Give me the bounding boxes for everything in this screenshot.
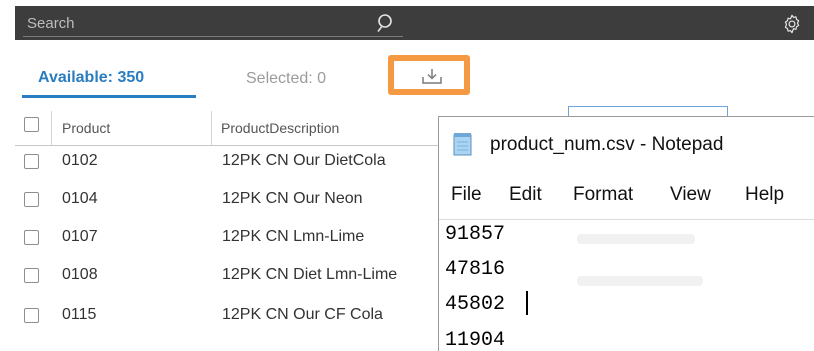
menu-help[interactable]: Help [745, 184, 784, 206]
cell-description: 12PK CN Lmn-Lime [222, 228, 365, 245]
column-header-description[interactable]: ProductDescription [221, 120, 339, 136]
table-row[interactable]: 0115 12PK CN Our CF Cola [0, 297, 440, 335]
row-checkbox[interactable] [24, 268, 39, 283]
notepad-line: 91857 [445, 223, 506, 246]
tab-selected[interactable]: Selected: 0 [246, 70, 326, 88]
menu-edit[interactable]: Edit [509, 184, 542, 206]
tab-available-underline [22, 95, 196, 98]
notepad-menubar: File Edit Format View Help [439, 173, 814, 217]
menu-view[interactable]: View [670, 184, 711, 206]
tab-available[interactable]: Available: 350 [38, 69, 144, 87]
cell-product: 0102 [62, 152, 98, 169]
table-row[interactable]: 0104 12PK CN Our Neon [0, 181, 440, 219]
search-input[interactable] [15, 6, 403, 40]
text-caret [526, 291, 528, 315]
cell-description: 12PK CN Our CF Cola [222, 306, 383, 323]
background-ghost-text [577, 234, 695, 244]
table-row[interactable]: 0102 12PK CN Our DietCola [0, 143, 440, 181]
background-ghost-text [577, 276, 703, 286]
gear-icon[interactable] [781, 13, 803, 35]
row-checkbox[interactable] [24, 154, 39, 169]
column-divider [211, 111, 212, 145]
notepad-title: product_num.csv - Notepad [490, 134, 724, 155]
search-icon[interactable] [375, 12, 397, 34]
column-divider [51, 111, 52, 145]
cell-description: 12PK CN Diet Lmn-Lime [222, 266, 398, 283]
cell-description: 12PK CN Our DietCola [222, 152, 386, 169]
notepad-icon [453, 133, 472, 156]
notepad-titlebar[interactable]: product_num.csv - Notepad [439, 117, 814, 173]
download-button[interactable] [388, 55, 470, 95]
search-bar [15, 6, 814, 40]
notepad-window[interactable]: product_num.csv - Notepad File Edit Form… [438, 116, 814, 351]
cell-product: 0115 [62, 306, 97, 323]
table-row[interactable]: 0108 12PK CN Diet Lmn-Lime [0, 257, 440, 295]
row-checkbox[interactable] [24, 192, 39, 207]
notepad-line: 47816 [445, 258, 506, 281]
download-icon [422, 69, 442, 84]
row-checkbox[interactable] [24, 230, 39, 245]
notepad-line: 11904 [445, 329, 506, 351]
notepad-line: 45802 [445, 293, 506, 316]
table-row[interactable]: 0107 12PK CN Lmn-Lime [0, 219, 440, 257]
menu-file[interactable]: File [451, 184, 482, 206]
cell-product: 0104 [62, 190, 98, 207]
row-checkbox[interactable] [24, 308, 39, 323]
menu-format[interactable]: Format [573, 184, 633, 206]
cell-description: 12PK CN Our Neon [222, 190, 363, 207]
search-field-wrap [15, 6, 403, 40]
cell-product: 0108 [62, 266, 98, 283]
search-underline [23, 36, 403, 37]
cell-product: 0107 [62, 228, 98, 245]
select-all-checkbox[interactable] [24, 117, 39, 132]
column-header-product[interactable]: Product [62, 120, 110, 136]
